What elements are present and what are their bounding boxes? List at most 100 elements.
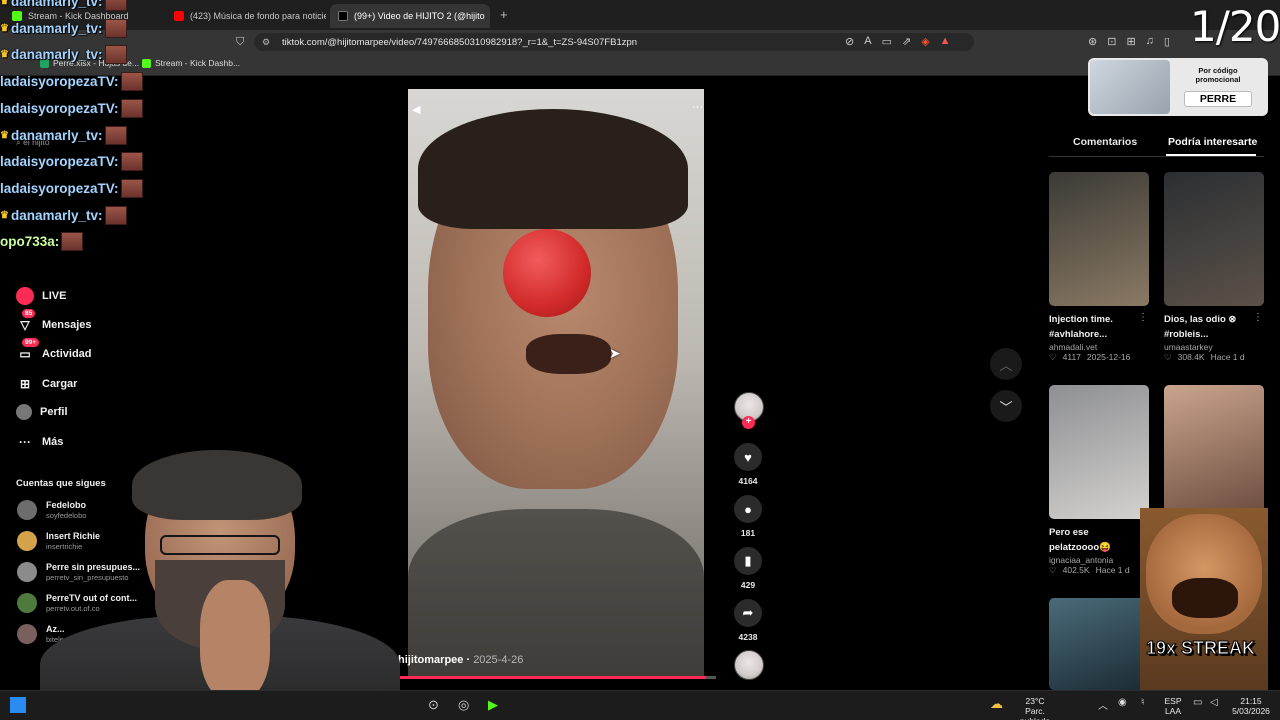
- card-meta: ♡ 308.4K Hace 1 d: [1164, 352, 1264, 363]
- recommendation-caption[interactable]: Pero ese pelatzoooo😝 ignaciaa_antonia ♡ 402.…: [1049, 525, 1149, 576]
- cast-icon[interactable]: ▭: [882, 35, 892, 48]
- save-count: 429: [740, 580, 756, 590]
- volume-icon[interactable]: ◀: [412, 103, 420, 116]
- video-progress-bar[interactable]: [396, 676, 716, 679]
- chat-username: danamarly_tv:: [10, 47, 103, 63]
- obs-icon[interactable]: ◎: [458, 697, 469, 713]
- chat-emote: [104, 45, 127, 65]
- chat-message: ♛ danamarly_tv:: [0, 0, 127, 11]
- tab-comments[interactable]: Comentarios: [1073, 136, 1137, 148]
- crown-badge-icon: ♛: [0, 0, 9, 7]
- activity-badge: 99+: [22, 338, 40, 347]
- sidebar-item-live[interactable]: LIVE: [16, 287, 66, 305]
- previous-video-button[interactable]: ︿: [990, 348, 1022, 380]
- comment-action[interactable]: ● 181: [733, 495, 763, 538]
- recommendation-thumbnail[interactable]: [1164, 385, 1264, 519]
- profile-avatar: [16, 404, 32, 420]
- heart-outline-icon: ♡: [1164, 352, 1172, 362]
- crown-badge-icon: ♛: [0, 49, 9, 61]
- promo-image: [1090, 60, 1170, 114]
- card-title: Injection time.: [1049, 314, 1113, 325]
- music-disc-avatar[interactable]: [734, 650, 764, 680]
- rewards-icon[interactable]: ▲: [940, 35, 951, 48]
- video-more-icon[interactable]: ···: [692, 101, 703, 113]
- address-actions: ⊘ A ▭ ⇗ ◈ ▲: [845, 35, 951, 48]
- screenshot-icon[interactable]: ⊞: [1126, 35, 1135, 48]
- active-tab-underline: [1166, 154, 1256, 156]
- comment-count: 181: [740, 528, 756, 538]
- bookmark-icon[interactable]: ⛉: [236, 36, 244, 49]
- tab-youtube[interactable]: (423) Música de fondo para noticiero: [166, 4, 326, 28]
- card-more-icon[interactable]: ⋮: [1253, 312, 1263, 323]
- chat-username: ladaisyoropezaTV:: [0, 100, 119, 116]
- video-progress-fill: [396, 676, 707, 679]
- sidebar-item-more[interactable]: ··· Más: [16, 433, 63, 451]
- kick-icon: [142, 58, 151, 68]
- card-username: ignaciaa_antonia: [1049, 555, 1114, 565]
- tab-you-may-like[interactable]: Podría interesarte: [1168, 136, 1257, 148]
- chat-message: opo733a:: [0, 232, 84, 252]
- streak-overlay: [1140, 508, 1268, 690]
- messages-icon: ▽ 85: [16, 309, 36, 334]
- save-action[interactable]: ▮ 429: [733, 547, 763, 590]
- recommendation-caption[interactable]: Dios, las odio ⊗ #robleis... umaastarkey ♡ 3…: [1164, 312, 1264, 363]
- card-more-icon[interactable]: ⋮: [1138, 312, 1148, 323]
- card-meta: ♡ 4117 2025-12-16: [1049, 352, 1149, 363]
- share-icon[interactable]: ⇗: [902, 35, 911, 48]
- volume-tray-icon[interactable]: ◁: [1210, 697, 1218, 708]
- clock[interactable]: 21:15 5/03/2026: [1226, 696, 1276, 716]
- video-author[interactable]: hijitomarpee · 2025-4-26: [398, 654, 523, 666]
- heart-icon[interactable]: ♥: [734, 443, 762, 471]
- tray-app-icon[interactable]: ◉: [1118, 697, 1127, 708]
- chat-username: ladaisyoropezaTV:: [0, 180, 119, 196]
- share-arrow-icon[interactable]: ➦: [734, 599, 762, 627]
- card-likes: 308.4K: [1177, 352, 1205, 362]
- video-frame-hair: [418, 109, 688, 229]
- crown-badge-icon: ♛: [0, 22, 9, 34]
- new-tab-button[interactable]: +: [500, 7, 508, 22]
- card-username: ahmadali.vet: [1049, 342, 1098, 352]
- site-info-icon[interactable]: ⚙: [262, 37, 270, 48]
- extension-icon[interactable]: ⊡: [1107, 35, 1116, 48]
- comment-icon[interactable]: ●: [734, 495, 762, 523]
- music-icon[interactable]: ♫: [1146, 35, 1154, 48]
- windows-start-icon[interactable]: [10, 697, 26, 713]
- recommendation-thumbnail[interactable]: [1049, 172, 1149, 306]
- bookmark-icon[interactable]: ▮: [734, 547, 762, 575]
- sidebar-item-messages[interactable]: ▽ 85 Mensajes: [16, 309, 92, 334]
- chat-message: ladaisyoropezaTV:: [0, 98, 143, 118]
- language-indicator[interactable]: ESP LAA: [1158, 696, 1188, 716]
- recommendation-thumbnail[interactable]: [1049, 385, 1149, 519]
- follow-plus-button[interactable]: +: [742, 416, 755, 429]
- sidebar-item-profile[interactable]: Perfil: [16, 404, 68, 420]
- recommendation-thumbnail[interactable]: [1164, 172, 1264, 306]
- like-action[interactable]: ♥ 4164: [733, 443, 763, 486]
- tray-arrow-icon[interactable]: ︿: [1098, 697, 1108, 712]
- bookmark-kick-dashboard[interactable]: Stream - Kick Dashb...: [142, 58, 240, 68]
- tab-tiktok[interactable]: (99+) Video de HIJITO 2 (@hijito ✕: [330, 4, 490, 28]
- recommendation-thumbnail[interactable]: [1049, 598, 1149, 690]
- next-video-button[interactable]: ﹀: [990, 390, 1022, 422]
- share-action[interactable]: ➦ 4238: [733, 599, 763, 642]
- chat-emote: [104, 205, 127, 225]
- video-player[interactable]: ◀ ···: [408, 89, 704, 679]
- network-icon[interactable]: ▭: [1193, 697, 1202, 708]
- webcam-glasses: [160, 535, 280, 555]
- card-title-2: #avhlahore...: [1049, 329, 1108, 340]
- weather-icon[interactable]: ☁: [990, 696, 1003, 712]
- chat-message: ♛ danamarly_tv:: [0, 18, 127, 38]
- chat-message: ladaisyoropezaTV:: [0, 178, 143, 198]
- card-date: Hace 1 d: [1210, 352, 1245, 362]
- sidebar-icon[interactable]: ▯: [1164, 35, 1170, 48]
- brave-shield-icon[interactable]: ◈: [921, 35, 929, 48]
- microphone-icon[interactable]: ♮: [1141, 697, 1145, 708]
- app-icon[interactable]: ⊙: [428, 697, 439, 713]
- sidebar-item-activity[interactable]: ▭ 99+ Actividad: [16, 338, 92, 363]
- recommendation-caption[interactable]: Injection time. #avhlahore... ahmadali.vet…: [1049, 312, 1149, 363]
- sidebar-item-upload[interactable]: ⊞ Cargar: [16, 375, 78, 393]
- translate-icon[interactable]: A: [864, 35, 871, 48]
- kick-app-icon[interactable]: ▶: [488, 697, 498, 713]
- gamepad-icon[interactable]: ⊛: [1088, 35, 1097, 48]
- tracking-icon[interactable]: ⊘: [845, 35, 854, 48]
- weather-widget[interactable]: 23°C Parc. nublado: [1010, 696, 1060, 720]
